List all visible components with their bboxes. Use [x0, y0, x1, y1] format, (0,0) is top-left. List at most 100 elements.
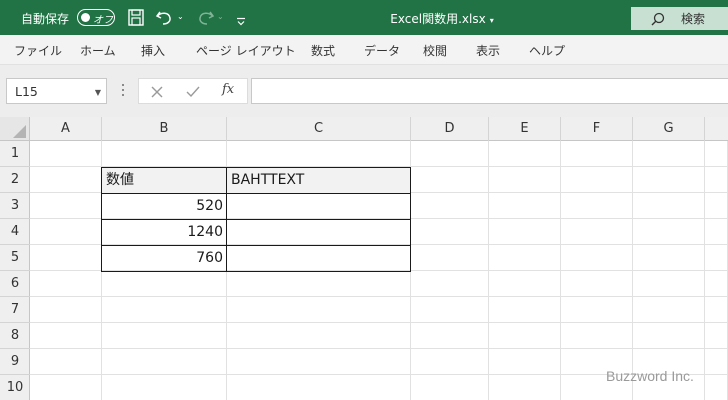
grid-cell[interactable] — [30, 375, 102, 400]
table-header-cell[interactable]: BAHTTEXT — [226, 167, 411, 194]
grid-cell[interactable] — [633, 323, 705, 349]
row-header[interactable]: 5 — [0, 245, 30, 271]
row-header[interactable]: 3 — [0, 193, 30, 219]
row-header[interactable]: 10 — [0, 375, 30, 400]
tab-help[interactable]: ヘルプ — [529, 42, 565, 59]
grid-cell[interactable] — [411, 167, 489, 193]
grid-cell[interactable] — [30, 349, 102, 375]
column-header-c[interactable]: C — [227, 117, 411, 141]
row-header[interactable]: 4 — [0, 219, 30, 245]
fx-icon[interactable]: fx — [222, 82, 234, 97]
grid-cell[interactable] — [705, 297, 728, 323]
tab-file[interactable]: ファイル — [14, 42, 62, 59]
redo-icon[interactable] — [195, 8, 215, 27]
grid-cell[interactable] — [102, 323, 227, 349]
grid-cell[interactable] — [561, 297, 633, 323]
grid-cell[interactable] — [705, 375, 728, 400]
grid-cell[interactable] — [411, 297, 489, 323]
grid-cell[interactable] — [705, 141, 728, 167]
grid-cell[interactable] — [489, 219, 561, 245]
row-header[interactable]: 1 — [0, 141, 30, 167]
grid-cell[interactable] — [102, 375, 227, 400]
grid-cell[interactable] — [30, 271, 102, 297]
formula-input[interactable] — [251, 78, 728, 104]
grid-cell[interactable] — [633, 245, 705, 271]
row-header[interactable]: 7 — [0, 297, 30, 323]
cancel-icon[interactable] — [151, 86, 163, 98]
grid-cell[interactable] — [633, 141, 705, 167]
grid-cell[interactable] — [633, 271, 705, 297]
grid-cell[interactable] — [411, 193, 489, 219]
column-header-a[interactable]: A — [30, 117, 102, 141]
grid-cell[interactable] — [30, 167, 102, 193]
grid-cell[interactable] — [489, 375, 561, 400]
grid-cell[interactable] — [561, 193, 633, 219]
window-title[interactable]: Excel関数用.xlsx ▾ — [372, 10, 512, 27]
grid-cell[interactable] — [227, 349, 411, 375]
grid-cell[interactable] — [30, 141, 102, 167]
column-header-f[interactable]: F — [561, 117, 633, 141]
grid-cell[interactable] — [227, 141, 411, 167]
grid-cell[interactable] — [411, 349, 489, 375]
grid-cell[interactable] — [102, 297, 227, 323]
grid-cell[interactable] — [30, 193, 102, 219]
grid-cell[interactable] — [227, 297, 411, 323]
column-header-d[interactable]: D — [411, 117, 489, 141]
grid-cell[interactable] — [705, 323, 728, 349]
grid-cell[interactable] — [705, 219, 728, 245]
grid-cell[interactable] — [30, 219, 102, 245]
tab-page-layout[interactable]: ページ レイアウト — [196, 42, 296, 59]
customize-qat-icon[interactable] — [236, 12, 246, 31]
grid-cell[interactable] — [633, 193, 705, 219]
grid-cell[interactable] — [30, 297, 102, 323]
column-header-b[interactable]: B — [102, 117, 227, 141]
grid-cell[interactable] — [30, 245, 102, 271]
grid-cell[interactable] — [489, 271, 561, 297]
table-cell-value[interactable]: 520 — [101, 193, 227, 220]
grid-cell[interactable] — [561, 271, 633, 297]
grid-cell[interactable] — [561, 167, 633, 193]
table-header-cell[interactable]: 数値 — [101, 167, 227, 194]
grid-cell[interactable] — [633, 219, 705, 245]
grid-cell[interactable] — [489, 297, 561, 323]
grid-cell[interactable] — [489, 323, 561, 349]
row-header[interactable]: 8 — [0, 323, 30, 349]
tab-insert[interactable]: 挿入 — [141, 42, 165, 59]
tab-data[interactable]: データ — [364, 42, 400, 59]
undo-icon[interactable] — [155, 8, 175, 27]
name-box[interactable]: L15 ▼ — [6, 78, 107, 104]
table-cell-result[interactable] — [226, 245, 411, 272]
formula-bar-resize-handle[interactable] — [121, 82, 125, 98]
undo-dropdown-icon[interactable]: ⌄ — [177, 12, 184, 31]
grid-cell[interactable] — [411, 245, 489, 271]
search-box[interactable]: 検索 — [631, 7, 728, 30]
grid-cell[interactable] — [489, 349, 561, 375]
grid-cell[interactable] — [227, 271, 411, 297]
table-cell-result[interactable] — [226, 193, 411, 220]
grid-cell[interactable] — [561, 219, 633, 245]
tab-home[interactable]: ホーム — [80, 42, 116, 59]
grid-cell[interactable] — [411, 271, 489, 297]
tab-review[interactable]: 校閲 — [423, 42, 447, 59]
grid-cell[interactable] — [102, 141, 227, 167]
grid-cell[interactable] — [705, 245, 728, 271]
grid-cell[interactable] — [633, 297, 705, 323]
select-all-corner[interactable] — [0, 117, 30, 141]
grid-cell[interactable] — [411, 375, 489, 400]
column-header-e[interactable]: E — [489, 117, 561, 141]
tab-formulas[interactable]: 数式 — [311, 42, 335, 59]
grid-cell[interactable] — [102, 349, 227, 375]
grid-cell[interactable] — [411, 141, 489, 167]
name-box-dropdown-icon[interactable]: ▼ — [95, 88, 101, 97]
table-cell-value[interactable]: 1240 — [101, 219, 227, 246]
grid-cell[interactable] — [227, 375, 411, 400]
grid-cell[interactable] — [561, 323, 633, 349]
grid-cell[interactable] — [705, 167, 728, 193]
grid-cell[interactable] — [102, 271, 227, 297]
grid-cell[interactable] — [30, 323, 102, 349]
grid-cell[interactable] — [411, 323, 489, 349]
table-cell-result[interactable] — [226, 219, 411, 246]
grid-cell[interactable] — [705, 193, 728, 219]
grid-cell[interactable] — [489, 167, 561, 193]
grid-cell[interactable] — [705, 271, 728, 297]
